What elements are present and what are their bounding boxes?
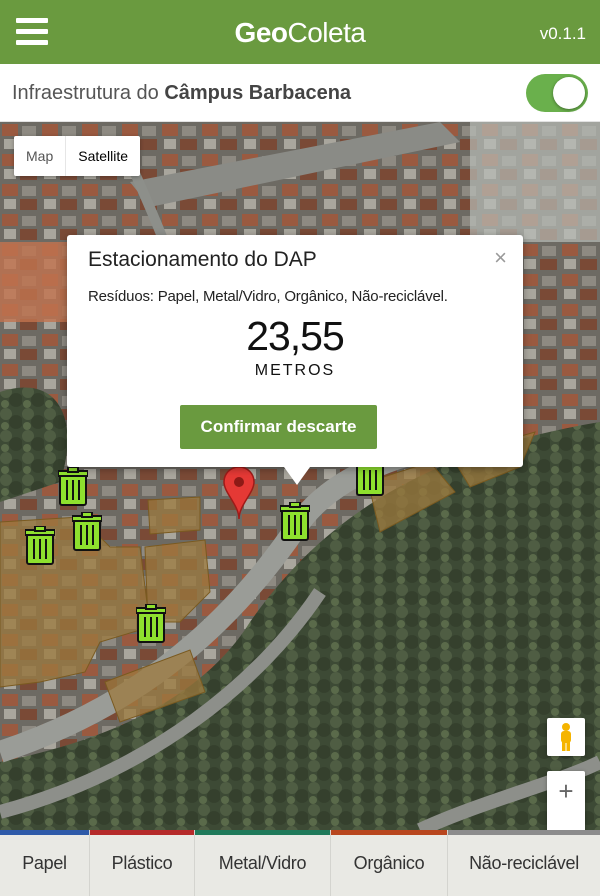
campus-name: Câmpus Barbacena (164, 82, 352, 104)
map-view[interactable]: Map Satellite + − Estacionamento do DAP … (0, 122, 600, 830)
tab-papel[interactable]: Papel (0, 830, 90, 896)
tab-metal-vidro[interactable]: Metal/Vidro (195, 830, 331, 896)
location-pin-icon[interactable] (222, 465, 256, 521)
distance-value: 23,55 (246, 313, 345, 359)
campus-label-prefix: Infraestrutura do (12, 82, 165, 104)
app-title-bold: Geo (234, 17, 288, 48)
waste-types: Resíduos: Papel, Metal/Vidro, Orgânico, … (88, 288, 448, 305)
version-label: v0.1.1 (539, 24, 586, 43)
trash-bin-icon[interactable] (58, 467, 88, 507)
trash-bin-icon[interactable] (25, 526, 55, 566)
distance-unit: METROS (254, 362, 336, 379)
tab-nao-reciclavel[interactable]: Não-reciclável (448, 830, 600, 896)
trash-bin-icon[interactable] (280, 502, 310, 542)
app-header: GeoColeta v0.1.1 (0, 0, 600, 64)
trash-bin-icon[interactable] (72, 512, 102, 552)
tab-organico[interactable]: Orgânico (331, 830, 448, 896)
tab-plastico[interactable]: Plástico (90, 830, 195, 896)
campus-bar: Infraestrutura do Câmpus Barbacena (0, 64, 600, 122)
campus-label: Infraestrutura do Câmpus Barbacena (12, 82, 351, 105)
map-type-control: Map Satellite (14, 136, 141, 176)
zoom-in-button[interactable]: + (547, 771, 585, 811)
infrastructure-toggle[interactable] (526, 74, 588, 112)
info-window-title: Estacionamento do DAP (88, 248, 317, 271)
zoom-control: + − (547, 771, 585, 830)
waste-type-tabs: Papel Plástico Metal/Vidro Orgânico Não-… (0, 830, 600, 896)
close-icon[interactable]: × (494, 245, 507, 271)
trash-bin-icon[interactable] (136, 604, 166, 644)
info-window: Estacionamento do DAP × Resíduos: Papel,… (67, 235, 523, 485)
app-title: GeoColeta (0, 16, 600, 50)
map-type-satellite[interactable]: Satellite (65, 136, 140, 176)
app-title-rest: Coleta (287, 17, 366, 48)
toggle-knob (553, 77, 585, 109)
map-type-map[interactable]: Map (14, 136, 65, 176)
street-view-pegman-icon[interactable] (547, 718, 585, 756)
confirm-discard-button[interactable]: Confirmar descarte (180, 405, 377, 449)
zoom-out-button[interactable]: − (547, 811, 585, 830)
